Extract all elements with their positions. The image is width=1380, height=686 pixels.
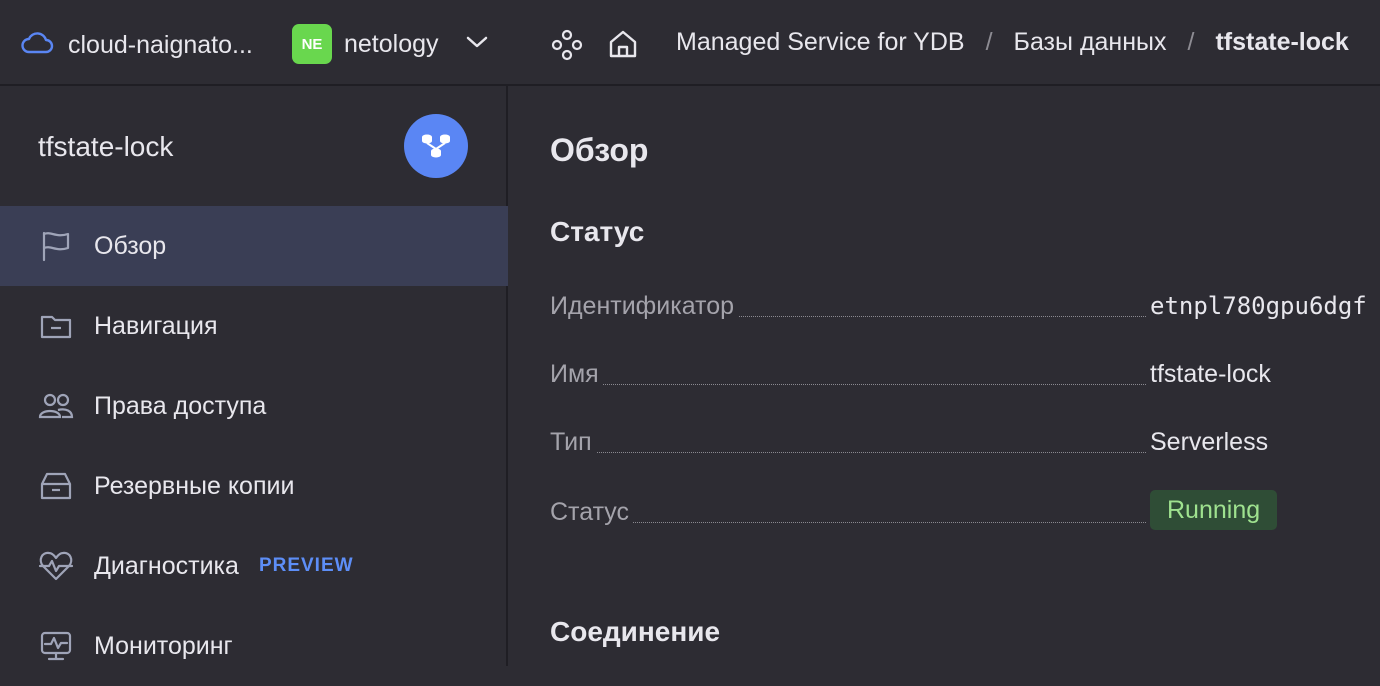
info-row-id: Идентификатор etnpl780gpu6dgf: [550, 288, 1380, 324]
monitor-icon: [38, 628, 74, 664]
cloud-name: cloud-naignato...: [68, 31, 253, 59]
sidebar-item-monitoring[interactable]: Мониторинг: [0, 606, 508, 686]
sidebar-title: tfstate-lock: [38, 131, 174, 162]
sidebar-item-label: Навигация: [94, 311, 218, 340]
row-leader: [550, 363, 1146, 385]
sidebar: tfstate-lock Обзор Навигация Права досту…: [0, 86, 508, 666]
database-type-value: Serverless: [1150, 427, 1269, 456]
sidebar-item-overview[interactable]: Обзор: [0, 206, 508, 286]
breadcrumb-item-current: tfstate-lock: [1215, 28, 1349, 56]
breadcrumb-separator: /: [985, 28, 993, 56]
ydb-service-icon: [404, 114, 468, 178]
breadcrumb: Managed Service for YDB / Базы данных / …: [676, 28, 1349, 57]
info-row-type: Тип Serverless: [550, 424, 1380, 460]
row-leader: [550, 501, 1146, 523]
breadcrumb-item-databases[interactable]: Базы данных: [1014, 28, 1167, 57]
info-row-name: Имя tfstate-lock: [550, 356, 1380, 392]
row-leader: [550, 431, 1146, 453]
row-key: Идентификатор: [550, 291, 739, 321]
cloud-icon: [20, 28, 54, 63]
breadcrumb-item-service[interactable]: Managed Service for YDB: [676, 28, 965, 57]
top-bar: cloud-naignato... NE netology Managed Se…: [0, 0, 1380, 86]
sidebar-item-label: Диагностика: [94, 551, 239, 580]
sidebar-item-navigation[interactable]: Навигация: [0, 286, 508, 366]
row-key: Имя: [550, 359, 603, 389]
home-icon[interactable]: [606, 27, 640, 66]
preview-badge: PREVIEW: [258, 555, 354, 576]
sidebar-item-label: Права доступа: [94, 391, 267, 420]
folder-name: netology: [344, 29, 439, 58]
database-name-value: tfstate-lock: [1150, 359, 1271, 388]
info-row-status: Статус Running: [550, 490, 1380, 530]
sidebar-item-access[interactable]: Права доступа: [0, 366, 508, 446]
status-badge: Running: [1150, 490, 1278, 530]
breadcrumb-separator: /: [1187, 28, 1195, 56]
cloud-selector[interactable]: cloud-naignato...: [20, 28, 253, 63]
folder-selector[interactable]: NE netology: [292, 24, 489, 64]
sidebar-item-diagnostics[interactable]: Диагностика PREVIEW: [0, 526, 508, 606]
sidebar-item-label: Обзор: [94, 231, 167, 260]
row-key: Статус: [550, 497, 634, 527]
sidebar-item-label: Мониторинг: [94, 631, 233, 660]
services-icon[interactable]: [550, 28, 584, 67]
archive-icon: [38, 468, 74, 504]
row-key: Тип: [550, 427, 596, 457]
page-title: Обзор: [550, 132, 649, 168]
sidebar-nav: Обзор Навигация Права доступа Резервные …: [0, 206, 508, 686]
status-section-title: Статус: [550, 216, 645, 247]
folder-badge: NE: [292, 24, 332, 64]
chevron-down-icon[interactable]: [465, 34, 489, 55]
connection-section-title: Соединение: [550, 616, 721, 647]
folder-icon: [38, 308, 74, 344]
main-content: Обзор Статус Идентификатор etnpl780gpu6d…: [510, 86, 1380, 666]
database-id-value[interactable]: etnpl780gpu6dgf: [1150, 292, 1367, 320]
sidebar-item-label: Резервные копии: [94, 471, 295, 500]
flag-icon: [38, 228, 74, 264]
sidebar-item-backups[interactable]: Резервные копии: [0, 446, 508, 526]
users-icon: [38, 388, 74, 424]
heart-pulse-icon: [38, 548, 74, 584]
